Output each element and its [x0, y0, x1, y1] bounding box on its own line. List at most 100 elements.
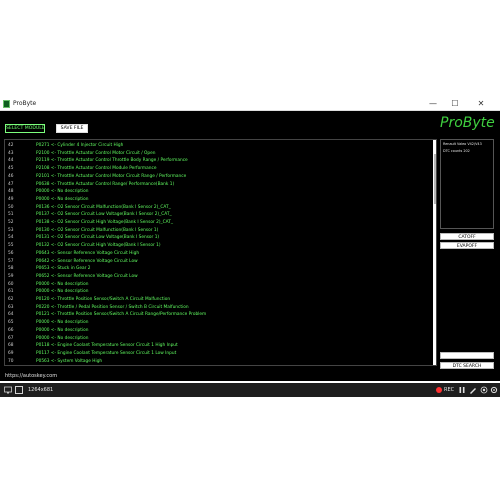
- dtc-row-number: 51: [8, 212, 14, 218]
- dtc-row[interactable]: 61 P0000 <- No description: [5, 288, 431, 296]
- dtc-row[interactable]: 69 P0117 <- Engine Coolant Temperature Se…: [5, 350, 431, 358]
- dtc-row-number: 43: [8, 150, 14, 156]
- dtc-row-description: P2100 <- Throttle Actuator Control Motor…: [36, 150, 156, 156]
- dtc-row[interactable]: 43 P2100 <- Throttle Actuator Control Mot…: [5, 150, 431, 158]
- website-url: https://autoskey.com: [5, 373, 58, 379]
- dtc-row-number: 63: [8, 304, 14, 310]
- dtc-row-number: 50: [8, 204, 14, 210]
- dtc-row[interactable]: 50 P0136 <- O2 Sensor Circuit Malfunction…: [5, 204, 431, 212]
- rec-button[interactable]: REC: [444, 386, 454, 394]
- dtc-count: DTC counts 202: [443, 149, 470, 153]
- dtc-row[interactable]: 70 P0563 <- System Voltage High: [5, 358, 431, 365]
- dtc-row-description: P0131 <- O2 Sensor Circuit Low Voltage(B…: [36, 235, 160, 241]
- window-titlebar[interactable]: ProByte — ☐ ✕: [0, 97, 500, 111]
- dtc-row-description: P0137 <- O2 Sensor Circuit Low Voltage(B…: [36, 212, 172, 218]
- dtc-row[interactable]: 42 P0271 <- Cylinder 4 Injector Circuit H…: [5, 142, 431, 150]
- url-bar: https://autoskey.com: [0, 371, 500, 381]
- dtc-row-number: 58: [8, 266, 14, 272]
- dtc-row-description: P0117 <- Engine Coolant Temperature Sens…: [36, 350, 177, 356]
- dtc-row-number: 54: [8, 235, 14, 241]
- dtc-row-description: P0132 <- O2 Sensor Circuit High Voltage(…: [36, 243, 161, 249]
- dtc-row-description: P0000 <- No description: [36, 320, 89, 326]
- dtc-search-button[interactable]: DTC SEARCH: [440, 362, 494, 369]
- dtc-row-number: 66: [8, 327, 14, 333]
- dtc-row-description: P0638 <- Throttle Actuator Control Range…: [36, 181, 175, 187]
- dtc-row[interactable]: 53 P0130 <- O2 Sensor Circuit Malfunction…: [5, 227, 431, 235]
- close-button[interactable]: ✕: [472, 98, 490, 109]
- dtc-row-description: P0642 <- Sensor Reference Voltage Circui…: [36, 258, 138, 264]
- dtc-row[interactable]: 45 P2108 <- Throttle Actuator Control Mod…: [5, 165, 431, 173]
- evapoff-button[interactable]: EVAPOFF: [440, 242, 494, 249]
- save-file-button[interactable]: SAVE FILE: [56, 124, 88, 133]
- select-module-button[interactable]: SELECT MODULE: [5, 124, 45, 133]
- dtc-row[interactable]: 44 P2119 <- Throttle Actuator Control Thr…: [5, 157, 431, 165]
- dtc-row[interactable]: 46 P2101 <- Throttle Actuator Control Mot…: [5, 173, 431, 181]
- dtc-row-number: 69: [8, 350, 14, 356]
- minimize-button[interactable]: —: [424, 98, 442, 109]
- dtc-row-number: 46: [8, 173, 14, 179]
- dtc-row[interactable]: 47 P0638 <- Throttle Actuator Control Ran…: [5, 181, 431, 189]
- dtc-row-description: P0000 <- No description: [36, 281, 89, 287]
- dtc-row-description: P0000 <- No description: [36, 289, 89, 295]
- pause-icon[interactable]: [458, 386, 466, 394]
- maximize-button[interactable]: ☐: [446, 98, 464, 109]
- dtc-row-description: P0652 <- Sensor Reference Voltage Circui…: [36, 273, 138, 279]
- record-area-icon[interactable]: [15, 386, 23, 394]
- dtc-row[interactable]: 67 P0000 <- No description: [5, 335, 431, 343]
- dtc-row-description: P0118 <- Engine Coolant Temperature Sens…: [36, 343, 178, 349]
- dtc-row[interactable]: 52 P0138 <- O2 Sensor Circuit High Voltag…: [5, 219, 431, 227]
- dtc-row-number: 70: [8, 358, 14, 364]
- dtc-row-number: 45: [8, 166, 14, 172]
- dtc-row-description: P0643 <- Sensor Reference Voltage Circui…: [36, 250, 140, 256]
- dtc-row-description: P2108 <- Throttle Actuator Control Modul…: [36, 166, 157, 172]
- dtc-row[interactable]: 66 P0000 <- No description: [5, 327, 431, 335]
- dtc-row[interactable]: 60 P0000 <- No description: [5, 281, 431, 289]
- dtc-row-number: 59: [8, 273, 14, 279]
- dtc-row[interactable]: 59 P0652 <- Sensor Reference Voltage Circ…: [5, 273, 431, 281]
- dtc-row-number: 49: [8, 196, 14, 202]
- dtc-row[interactable]: 58 P0653 <- Stuck in Gear 2: [5, 265, 431, 273]
- dtc-row-description: P0000 <- No description: [36, 327, 89, 333]
- dtc-row[interactable]: 57 P0642 <- Sensor Reference Voltage Circ…: [5, 258, 431, 266]
- dtc-row[interactable]: 49 P0000 <- No description: [5, 196, 431, 204]
- dtc-row-description: P0000 <- No description: [36, 196, 89, 202]
- dtc-row-description: P2101 <- Throttle Actuator Control Motor…: [36, 173, 187, 179]
- info-panel: Renault Valeo V42/V43 DTC counts 202: [440, 139, 494, 229]
- scrollbar-thumb[interactable]: [434, 154, 436, 204]
- draw-icon[interactable]: [469, 386, 477, 394]
- dtc-row-number: 57: [8, 258, 14, 264]
- dtc-row-number: 55: [8, 243, 14, 249]
- record-dot-icon: [436, 387, 442, 393]
- dtc-row[interactable]: 64 P0121 <- Throttle Position Sensor/Swit…: [5, 311, 431, 319]
- catoff-button[interactable]: CATOFF: [440, 233, 494, 240]
- ecu-name: Renault Valeo V42/V43: [443, 142, 482, 146]
- dtc-search-input[interactable]: [440, 352, 494, 359]
- dtc-row-description: P2119 <- Throttle Actuator Control Throt…: [36, 158, 188, 164]
- dtc-row-number: 60: [8, 281, 14, 287]
- dtc-row[interactable]: 55 P0132 <- O2 Sensor Circuit High Voltag…: [5, 242, 431, 250]
- dtc-row-description: P0121 <- Throttle Position Sensor/Switch…: [36, 312, 207, 318]
- dtc-row-number: 47: [8, 181, 14, 187]
- dtc-row-number: 56: [8, 250, 14, 256]
- dtc-row[interactable]: 54 P0131 <- O2 Sensor Circuit Low Voltage…: [5, 234, 431, 242]
- dtc-row[interactable]: 51 P0137 <- O2 Sensor Circuit Low Voltage…: [5, 211, 431, 219]
- dtc-row[interactable]: 68 P0118 <- Engine Coolant Temperature Se…: [5, 342, 431, 350]
- dtc-row[interactable]: 63 P0220 <- Throttle / Pedal Position Sen…: [5, 304, 431, 312]
- webcam-icon[interactable]: [480, 386, 488, 394]
- dtc-row[interactable]: 65 P0000 <- No description: [5, 319, 431, 327]
- dtc-row-description: P0120 <- Throttle Position Sensor/Switch…: [36, 297, 171, 302]
- taskbar: 1264x681 REC: [0, 383, 500, 397]
- dtc-row-description: P0563 <- System Voltage High: [36, 358, 103, 364]
- dtc-row-number: 67: [8, 335, 14, 341]
- dtc-row-number: 61: [8, 289, 14, 295]
- screen-icon[interactable]: [4, 386, 12, 394]
- dtc-row[interactable]: 48 P0000 <- No description: [5, 188, 431, 196]
- dtc-row-description: P0136 <- O2 Sensor Circuit Malfunction(B…: [36, 204, 171, 210]
- probyte-logo: ProByte: [440, 115, 495, 131]
- dtc-row-number: 42: [8, 143, 14, 148]
- dtc-list[interactable]: 70 P0563 <- System Voltage High 69 P0117 <-…: [4, 139, 437, 366]
- dtc-row[interactable]: 56 P0643 <- Sensor Reference Voltage Circ…: [5, 250, 431, 258]
- dtc-row-number: 53: [8, 227, 14, 233]
- dtc-row[interactable]: 62 P0120 <- Throttle Position Sensor/Swit…: [5, 296, 431, 304]
- settings-icon[interactable]: [490, 386, 498, 394]
